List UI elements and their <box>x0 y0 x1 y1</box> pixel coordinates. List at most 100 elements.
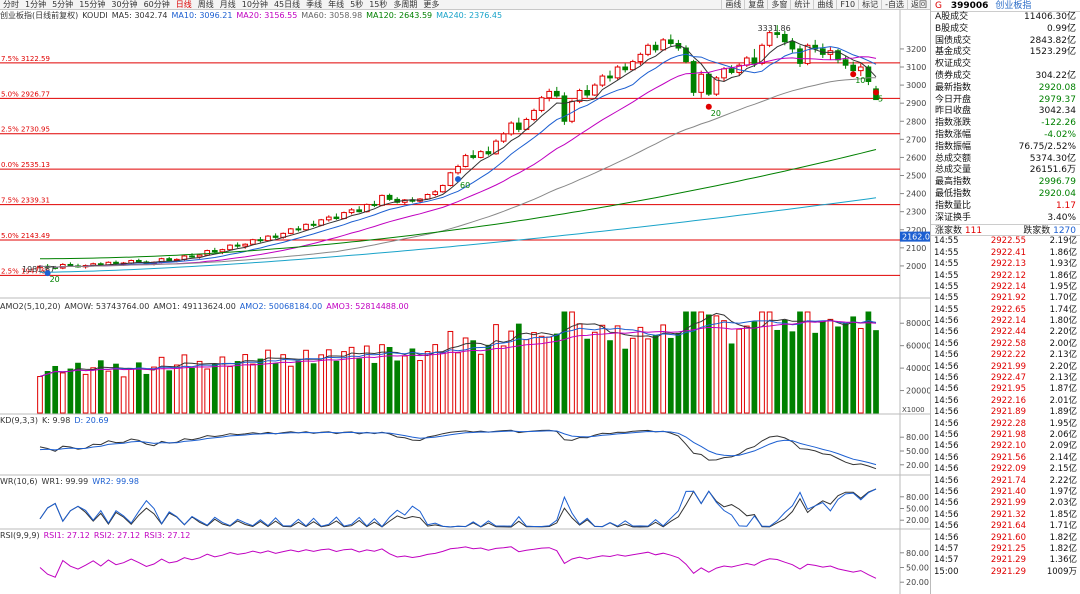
candle-body <box>797 48 803 64</box>
tick-row: 14:56 2922.58 2.00亿 <box>931 339 1080 350</box>
volume-bar <box>67 368 74 414</box>
tick-volume: 2.09亿 <box>1049 441 1077 452</box>
volume-bar <box>470 340 477 414</box>
advance-decline: 涨家数 111 跌家数 1270 <box>931 224 1080 237</box>
volume-bar <box>667 337 674 414</box>
price-tick-label: 2300 <box>906 208 926 217</box>
stat-label: 指数量比 <box>935 200 972 211</box>
candle-body <box>204 250 211 256</box>
volume-bar <box>242 354 249 414</box>
tick-row: 14:56 2921.60 1.82亿 <box>931 533 1080 544</box>
volume-bar <box>234 361 241 414</box>
tick-volume: 2.03亿 <box>1049 498 1077 509</box>
volume-bar <box>227 366 233 414</box>
stat-label: 指数涨跌 <box>935 118 972 129</box>
volume-bar <box>766 311 773 414</box>
volume-bar <box>781 319 788 414</box>
last-price-tag: 2162.0 <box>902 233 930 242</box>
stat-row: 总成交额 5374.30亿 <box>931 154 1080 166</box>
tick-price: 2921.56 <box>990 452 1026 463</box>
volume-bar <box>318 354 325 414</box>
volume-bar <box>417 360 423 414</box>
stat-value: 1523.29亿 <box>1029 47 1076 58</box>
volume-bar <box>128 368 135 414</box>
volume-bar <box>629 337 636 414</box>
volume-bar <box>812 332 819 414</box>
volume-bar <box>675 332 682 414</box>
stat-row: 指数涨幅 -4.02% <box>931 130 1080 142</box>
tick-row: 14:55 2922.14 1.95亿 <box>931 282 1080 293</box>
tick-row: 14:55 2922.55 2.19亿 <box>931 236 1080 247</box>
rsi-tick-label: 80.00 <box>906 549 929 558</box>
tick-row: 14:56 2921.99 2.03亿 <box>931 498 1080 509</box>
stat-value: 2996.79 <box>1038 177 1076 188</box>
tick-time: 14:56 <box>934 441 959 452</box>
price-tick-label: 2900 <box>906 99 926 108</box>
tick-volume: 2.20亿 <box>1049 361 1077 372</box>
tick-time: 14:56 <box>934 384 959 395</box>
volume-bar <box>59 372 66 414</box>
price-tick-label: 2400 <box>906 190 926 199</box>
tick-time: 14:56 <box>934 316 959 327</box>
tick-price: 2922.44 <box>990 327 1026 338</box>
volume-bar <box>500 345 507 414</box>
candle-body <box>242 243 249 247</box>
candle-body <box>705 73 712 95</box>
stat-row: 指数涨跌 -122.26 <box>931 118 1080 130</box>
price-chart[interactable]: 2000210022002300240025002600270028002900… <box>0 0 930 594</box>
volume-bar <box>356 358 363 414</box>
volume-bar <box>113 363 119 414</box>
volume-bar <box>310 363 317 414</box>
tick-price: 2921.29 <box>990 555 1026 566</box>
candle-body <box>766 32 773 46</box>
volume-bar <box>789 331 796 414</box>
volume-bar <box>645 338 651 414</box>
candle-body <box>432 191 439 195</box>
tick-price: 2922.13 <box>990 259 1026 270</box>
tick-row: 14:56 2921.64 1.71亿 <box>931 521 1080 532</box>
tick-time: 14:56 <box>934 407 959 418</box>
tick-volume: 1.36亿 <box>1049 555 1077 566</box>
candle-body <box>850 64 857 72</box>
up-label: 涨家数 <box>935 226 963 237</box>
candle-body <box>447 172 454 186</box>
candle-body <box>386 194 393 200</box>
candle-body <box>667 39 674 45</box>
price-tick-label: 2000 <box>906 262 926 271</box>
volume-bar <box>751 321 758 414</box>
tick-list[interactable]: 14:55 2922.55 2.19亿 14:55 2922.41 1.86亿 14:55 2… <box>931 236 1080 578</box>
down-label: 跌家数 <box>1023 226 1051 237</box>
stat-label: 总成交额 <box>935 153 972 164</box>
volume-bar <box>622 348 629 414</box>
index-header: G 399006 创业板指 <box>931 0 1080 12</box>
tick-time: 14:56 <box>934 327 959 338</box>
candle-body <box>538 97 545 111</box>
tick-time: 14:56 <box>934 532 959 543</box>
volume-bar <box>135 362 142 414</box>
rsi-tick-label: 20.00 <box>906 578 929 587</box>
tick-volume: 2.01亿 <box>1049 395 1077 406</box>
tick-volume: 1.93亿 <box>1049 259 1077 270</box>
stat-label: 基金成交 <box>935 47 972 58</box>
tick-time: 14:56 <box>934 429 959 440</box>
candle-body <box>287 228 294 234</box>
tick-row: 14:56 2921.99 2.20亿 <box>931 362 1080 373</box>
signal-label: 20 <box>50 275 60 284</box>
volume-bar <box>683 311 689 414</box>
kd-tick-label: 50.00 <box>906 447 929 456</box>
price-tick-label: 2100 <box>906 244 926 253</box>
stat-value: 0.99亿 <box>1046 23 1076 34</box>
tick-row: 14:56 2921.95 1.87亿 <box>931 384 1080 395</box>
volume-bar <box>348 346 355 414</box>
tick-time: 14:56 <box>934 521 959 532</box>
volume-bar <box>652 335 659 414</box>
stat-row: 债券成交 304.22亿 <box>931 71 1080 83</box>
tick-volume: 2.14亿 <box>1049 452 1077 463</box>
volume-bar <box>211 363 218 414</box>
rsi-rsi1-line <box>39 546 877 579</box>
tick-price: 2921.92 <box>990 293 1026 304</box>
fib-label: 5.0% 2926.77 <box>1 90 50 98</box>
tick-volume: 2.13亿 <box>1049 373 1077 384</box>
tick-price: 2921.95 <box>990 384 1026 395</box>
tick-time: 14:56 <box>934 475 959 486</box>
